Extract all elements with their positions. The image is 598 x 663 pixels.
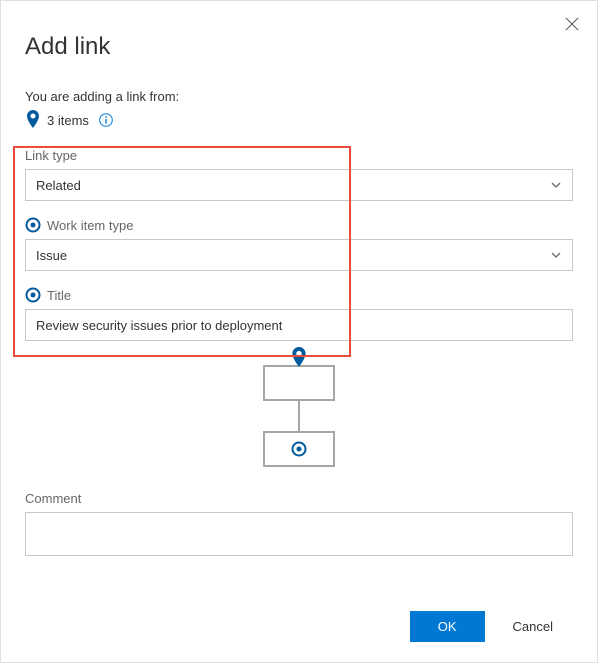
info-icon[interactable] <box>99 113 113 127</box>
link-type-value: Related <box>36 178 81 193</box>
chevron-down-icon <box>550 179 562 191</box>
relationship-diagram <box>25 365 573 467</box>
target-icon <box>25 287 41 303</box>
diagram-target-box <box>263 431 335 467</box>
items-row: 3 items <box>25 110 573 130</box>
close-button[interactable] <box>565 17 581 33</box>
pin-icon <box>290 347 308 369</box>
diagram-connector <box>298 401 300 431</box>
dialog-subtitle: You are adding a link from: <box>25 89 573 104</box>
diagram-source-box <box>263 365 335 401</box>
cancel-button[interactable]: Cancel <box>493 611 573 642</box>
link-type-label: Link type <box>25 148 573 163</box>
chevron-down-icon <box>550 249 562 261</box>
items-count: 3 items <box>47 113 89 128</box>
pin-icon <box>25 110 41 130</box>
comment-input[interactable] <box>25 512 573 556</box>
target-icon <box>291 441 307 457</box>
link-type-dropdown[interactable]: Related <box>25 169 573 201</box>
title-input[interactable] <box>25 309 573 341</box>
target-icon <box>25 217 41 233</box>
ok-button[interactable]: OK <box>410 611 485 642</box>
work-item-type-value: Issue <box>36 248 67 263</box>
close-icon <box>565 17 579 31</box>
title-label: Title <box>47 288 71 303</box>
work-item-type-label: Work item type <box>47 218 133 233</box>
dialog-title: Add link <box>25 33 573 61</box>
comment-label: Comment <box>25 491 573 506</box>
work-item-type-dropdown[interactable]: Issue <box>25 239 573 271</box>
